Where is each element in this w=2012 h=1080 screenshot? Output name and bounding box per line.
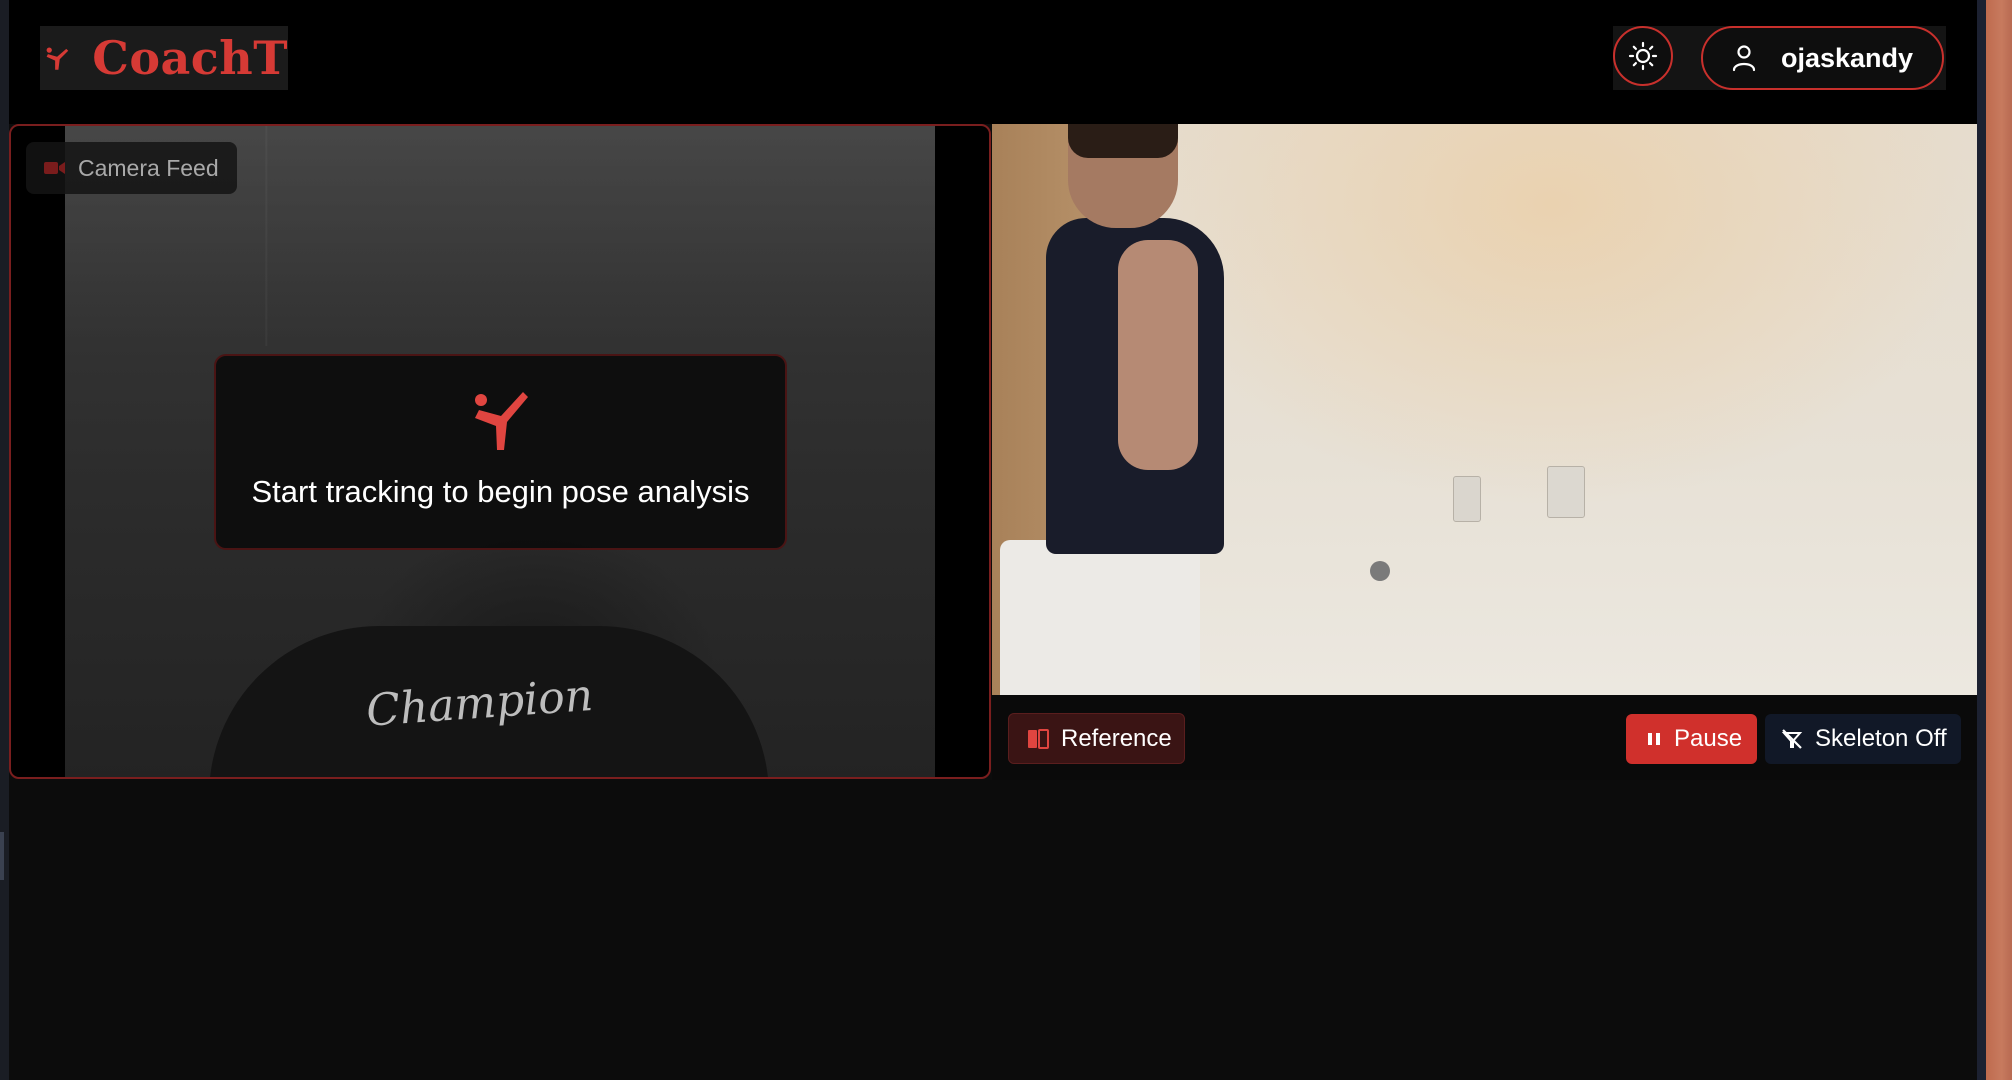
brand-name: CoachT (92, 31, 288, 85)
pause-icon (1648, 733, 1660, 745)
martial-arts-kick-icon (46, 47, 69, 70)
theme-toggle-button[interactable] (1613, 26, 1673, 86)
reference-person-arm (1118, 240, 1198, 470)
door-stop (1370, 561, 1390, 581)
user-icon (1732, 45, 1756, 72)
wall-thermostat (1547, 466, 1585, 518)
video-camera-icon (44, 162, 65, 174)
desktop-background-edge (1986, 0, 2012, 1080)
content-area (9, 781, 1977, 1080)
username-label: ojaskandy (1781, 42, 1914, 73)
reference-person-hair (1068, 124, 1178, 158)
wall-switch (1453, 476, 1481, 522)
brand-logo[interactable]: CoachT (40, 26, 288, 90)
split-view-icon (1028, 728, 1049, 749)
skeleton-toggle-label: Skeleton Off (1815, 725, 1947, 752)
tracking-prompt: Start tracking to begin pose analysis (214, 354, 787, 550)
window-right-strip (1977, 0, 1986, 1080)
tracking-prompt-text: Start tracking to begin pose analysis (251, 474, 750, 509)
sun-icon (1628, 41, 1658, 71)
skeleton-toggle-button[interactable]: Skeleton Off (1765, 714, 1961, 764)
camera-feed-badge: Camera Feed (26, 142, 237, 194)
martial-arts-kick-icon (474, 392, 528, 450)
pause-button-label: Pause (1674, 725, 1743, 752)
skeleton-off-icon (1781, 729, 1803, 749)
window-left-edge (0, 0, 9, 1080)
reference-button-label: Reference (1061, 724, 1172, 752)
user-menu-button[interactable]: ojaskandy (1701, 26, 1944, 90)
camera-feed-label: Camera Feed (78, 154, 219, 181)
reference-person-shorts (1000, 540, 1200, 695)
window-left-edge-handle (0, 832, 4, 880)
pause-button[interactable]: Pause (1626, 714, 1757, 764)
reference-button[interactable]: Reference (1008, 713, 1185, 764)
